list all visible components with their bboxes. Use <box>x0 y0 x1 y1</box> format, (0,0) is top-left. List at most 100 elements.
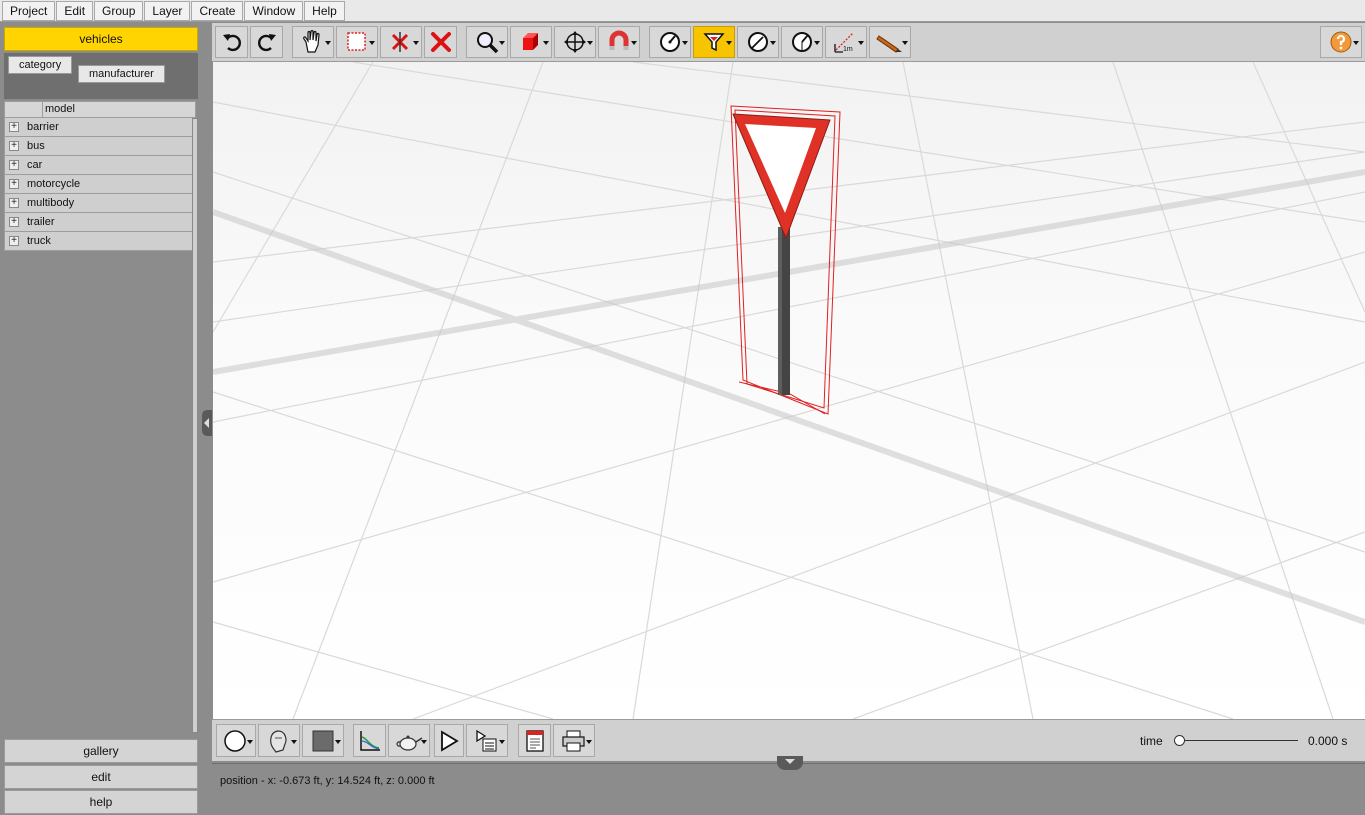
menu-bar: Project Edit Group Layer Create Window H… <box>0 0 1365 22</box>
play-button[interactable] <box>434 724 464 757</box>
dropdown-arrow-icon <box>247 740 253 744</box>
filter-button[interactable] <box>693 26 735 58</box>
delete-selected-icon <box>391 32 409 52</box>
tree-item-car[interactable]: + car <box>4 156 192 175</box>
dropdown-arrow-icon <box>1353 41 1359 45</box>
measure-icon <box>660 32 680 52</box>
status-panel: position - x: -0.673 ft, y: 14.524 ft, z… <box>212 756 1365 815</box>
time-slider-track[interactable] <box>1178 740 1298 741</box>
delete-button[interactable] <box>424 26 457 58</box>
expand-icon[interactable]: + <box>9 217 19 227</box>
menu-create[interactable]: Create <box>191 0 244 21</box>
select-box-button[interactable] <box>336 26 378 58</box>
expand-icon[interactable]: + <box>9 160 19 170</box>
menu-project[interactable]: Project <box>2 0 56 21</box>
dropdown-arrow-icon <box>682 41 688 45</box>
help-icon <box>1330 31 1352 53</box>
expand-icon[interactable]: + <box>9 141 19 151</box>
report-button[interactable] <box>518 724 551 757</box>
column-model-label: model <box>45 103 75 115</box>
tree-item-barrier[interactable]: + barrier <box>4 118 192 137</box>
status-collapse-handle[interactable] <box>777 756 803 770</box>
object-color-button[interactable] <box>216 724 256 757</box>
tree-item-motorcycle[interactable]: + motorcycle <box>4 175 192 194</box>
select-box-icon <box>347 32 366 51</box>
magnet-icon <box>609 30 629 50</box>
printer-icon <box>562 730 585 751</box>
dropdown-arrow-icon <box>902 41 908 45</box>
graph-button[interactable] <box>353 724 386 757</box>
angle-button[interactable] <box>737 26 779 58</box>
expand-icon[interactable]: + <box>9 179 19 189</box>
undo-button[interactable] <box>215 26 248 58</box>
filter-category[interactable]: category <box>8 56 73 74</box>
3d-viewport[interactable] <box>213 62 1365 719</box>
head-icon <box>270 729 287 753</box>
gray-square-icon <box>312 730 334 751</box>
print-button[interactable] <box>553 724 595 757</box>
tree-item-trailer[interactable]: + trailer <box>4 213 192 232</box>
tree-scrollbar[interactable] <box>192 118 198 733</box>
dropdown-arrow-icon <box>631 41 637 45</box>
fill-color-button[interactable] <box>302 724 344 757</box>
help-toolbar-button[interactable] <box>1320 26 1362 58</box>
dropdown-arrow-icon <box>369 41 375 45</box>
bottom-toolbar: time 0.000 s <box>212 719 1365 761</box>
cursor-position-readout: position - x: -0.673 ft, y: 14.524 ft, z… <box>220 775 435 787</box>
view-cube-icon <box>523 33 538 50</box>
magnet-button[interactable] <box>598 26 640 58</box>
teapot-button[interactable] <box>388 724 430 757</box>
time-value: 0.000 s <box>1308 734 1348 748</box>
tree-item-multibody[interactable]: + multibody <box>4 194 192 213</box>
tab-vehicles[interactable]: vehicles <box>4 27 198 51</box>
filter-area: category manufacturer <box>4 53 198 99</box>
menu-layer[interactable]: Layer <box>144 0 191 21</box>
dropdown-arrow-icon <box>499 740 505 744</box>
undo-icon <box>222 34 241 52</box>
filter-manufacturer[interactable]: manufacturer <box>78 65 165 83</box>
zoom-button[interactable] <box>466 26 508 58</box>
circle-icon <box>224 729 246 752</box>
graph-icon <box>359 730 380 751</box>
expand-icon[interactable]: + <box>9 122 19 132</box>
edit-button[interactable]: edit <box>4 765 198 789</box>
redo-button[interactable] <box>250 26 283 58</box>
dropdown-arrow-icon <box>499 41 505 45</box>
menu-edit[interactable]: Edit <box>56 0 94 21</box>
ruler-label: 1m <box>843 46 853 53</box>
dropdown-arrow-icon <box>413 41 419 45</box>
help-button[interactable]: help <box>4 790 198 814</box>
teapot-icon <box>396 735 423 751</box>
pan-hand-icon <box>303 30 320 53</box>
gallery-button[interactable]: gallery <box>4 739 198 763</box>
menu-help[interactable]: Help <box>304 0 345 21</box>
view-cube-button[interactable] <box>510 26 552 58</box>
angle-icon <box>748 32 768 52</box>
menu-window[interactable]: Window <box>244 0 304 21</box>
expand-icon[interactable]: + <box>9 236 19 246</box>
dropdown-arrow-icon <box>814 41 820 45</box>
measure-button[interactable] <box>649 26 691 58</box>
delete-selected-button[interactable] <box>380 26 422 58</box>
tree-item-bus[interactable]: + bus <box>4 137 192 156</box>
dropdown-arrow-icon <box>726 41 732 45</box>
playlist-icon <box>476 729 497 751</box>
pan-tool-button[interactable] <box>292 26 334 58</box>
ruler-button[interactable]: 1m <box>825 26 867 58</box>
move-button[interactable] <box>554 26 596 58</box>
model-column-header[interactable]: model <box>4 101 196 118</box>
dropdown-arrow-icon <box>291 740 297 744</box>
time-label: time <box>1140 734 1163 748</box>
expand-icon[interactable]: + <box>9 198 19 208</box>
tree-item-truck[interactable]: + truck <box>4 232 192 251</box>
pencil-button[interactable] <box>869 26 911 58</box>
head-view-button[interactable] <box>258 724 300 757</box>
delete-icon <box>430 32 451 52</box>
arc-button[interactable] <box>781 26 823 58</box>
menu-group[interactable]: Group <box>94 0 144 21</box>
playlist-button[interactable] <box>466 724 508 757</box>
time-slider-handle[interactable] <box>1174 735 1185 746</box>
scene-canvas <box>213 62 1365 719</box>
sidebar-collapse-handle[interactable] <box>202 410 212 436</box>
dropdown-arrow-icon <box>858 41 864 45</box>
